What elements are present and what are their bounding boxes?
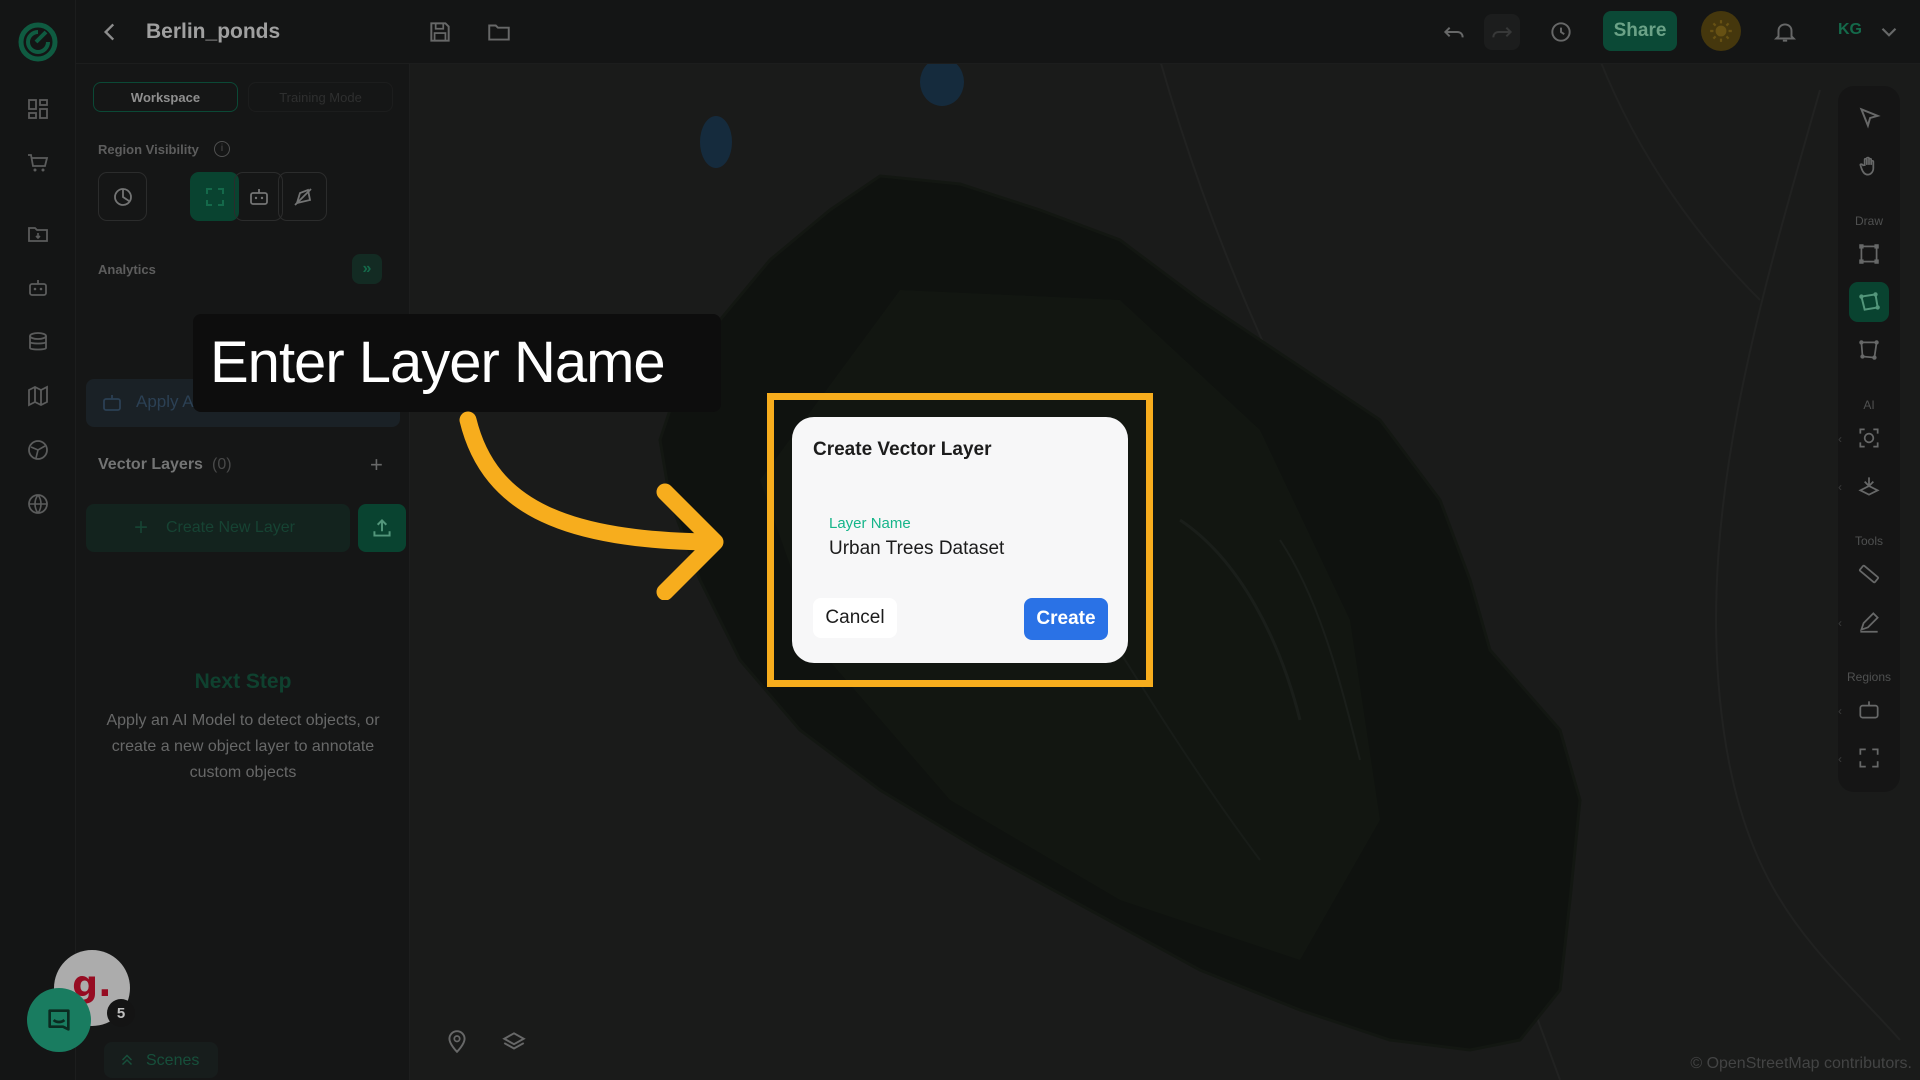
layer-name-input[interactable] xyxy=(829,538,1099,560)
curved-arrow-icon xyxy=(459,411,724,600)
dialog-title: Create Vector Layer xyxy=(813,439,992,460)
create-vector-layer-dialog: Create Vector Layer Layer Name Cancel Cr… xyxy=(792,417,1128,663)
layer-name-label: Layer Name xyxy=(829,515,911,532)
create-button[interactable]: Create xyxy=(1024,598,1108,640)
callout-text: Enter Layer Name xyxy=(210,330,666,395)
cancel-button[interactable]: Cancel xyxy=(813,598,897,638)
instruction-callout: Enter Layer Name xyxy=(193,314,721,412)
